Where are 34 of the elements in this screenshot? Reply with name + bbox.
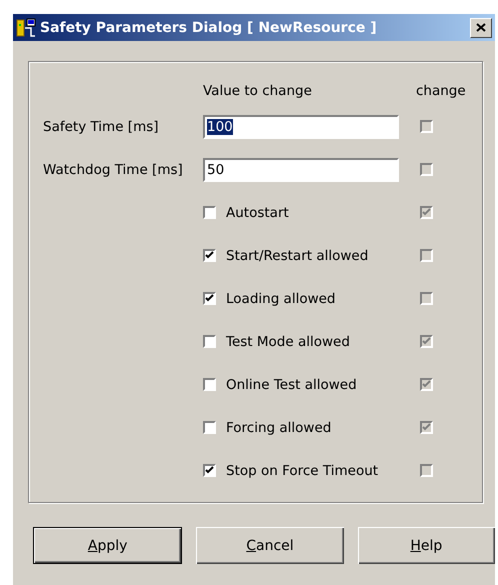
column-header: change — [416, 83, 467, 101]
checkmark-icon — [422, 208, 431, 217]
checkmark-icon — [422, 380, 431, 389]
option-checkbox[interactable] — [203, 378, 216, 391]
close-button[interactable] — [470, 18, 492, 38]
dialog-button[interactable]: Help — [358, 527, 495, 564]
field-label: Safety Time [ms] — [43, 118, 160, 134]
checkmark-icon — [422, 423, 431, 432]
option-label: Autostart — [226, 204, 289, 220]
input-field[interactable]: 100 — [203, 114, 399, 138]
checkmark-icon — [205, 294, 214, 303]
checkmark-icon — [205, 466, 214, 475]
option-label: Stop on Force Timeout — [226, 462, 378, 478]
option-checkbox[interactable] — [203, 421, 216, 434]
option-checkbox[interactable] — [203, 335, 216, 348]
option-label: Online Test allowed — [226, 376, 357, 392]
option-checkbox[interactable] — [203, 292, 216, 305]
dialog-button[interactable]: Cancel — [196, 527, 344, 564]
option-label: Start/Restart allowed — [226, 248, 368, 264]
option-checkbox[interactable] — [203, 464, 216, 477]
input-field[interactable]: 50 — [203, 158, 399, 182]
window-title: Safety Parameters Dialog [ NewResource ] — [40, 20, 378, 36]
option-checkbox[interactable] — [203, 249, 216, 262]
field-label: Watchdog Time [ms] — [43, 162, 184, 178]
option-label: Test Mode allowed — [226, 334, 350, 350]
checkmark-icon — [205, 251, 214, 260]
close-icon — [476, 23, 486, 32]
column-header: Value to change — [203, 83, 313, 101]
option-label: Loading allowed — [226, 290, 336, 306]
option-label: Forcing allowed — [226, 420, 332, 436]
app-icon — [16, 18, 36, 38]
option-checkbox[interactable] — [203, 206, 216, 219]
checkmark-icon — [422, 337, 431, 346]
dialog-button[interactable]: Apply — [33, 527, 182, 564]
